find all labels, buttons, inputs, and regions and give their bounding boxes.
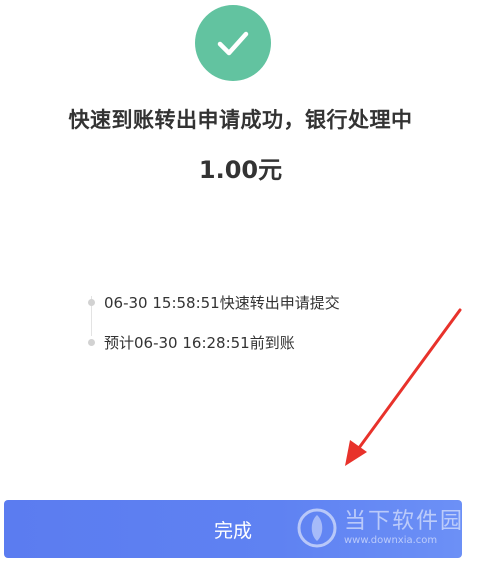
check-mark-icon — [217, 31, 249, 56]
success-check-icon — [195, 5, 271, 81]
timeline-item: 06-30 15:58:51快速转出申请提交 — [88, 282, 448, 322]
status-title: 快速到账转出申请成功，银行处理中 — [68, 108, 413, 132]
timeline-dot-icon — [88, 338, 95, 346]
transfer-amount: 1.00元 — [198, 156, 283, 184]
timeline-item-text: 预计06-30 16:28:51前到账 — [104, 333, 295, 352]
timeline-item: 预计06-30 16:28:51前到账 — [88, 322, 448, 362]
timeline-dot-icon — [88, 298, 95, 306]
progress-timeline: 06-30 15:58:51快速转出申请提交 预计06-30 16:28:51前… — [88, 282, 448, 362]
done-button-label: 完成 — [213, 519, 252, 542]
done-button[interactable]: 完成 — [4, 500, 462, 558]
timeline-item-text: 06-30 15:58:51快速转出申请提交 — [104, 293, 340, 312]
